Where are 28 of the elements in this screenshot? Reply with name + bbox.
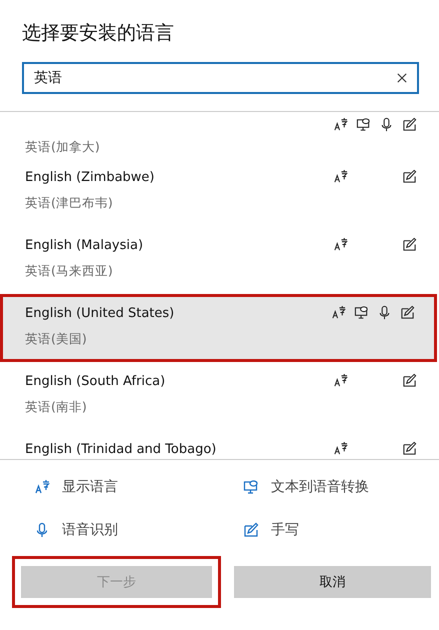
language-native-name: 英语(美国) bbox=[25, 331, 88, 348]
dialog-title: 选择要安装的语言 bbox=[21, 21, 175, 42]
legend-label: 语音识别 bbox=[62, 520, 118, 538]
language-item[interactable]: English (Zimbabwe) 英语(津巴布韦) bbox=[0, 158, 439, 226]
language-item[interactable]: English (Trinidad and Tobago) bbox=[0, 430, 439, 459]
language-native-name: 英语(南非) bbox=[25, 399, 88, 416]
font-icon bbox=[34, 478, 50, 494]
microphone-icon bbox=[34, 522, 50, 538]
language-item[interactable]: 英语(加拿大) bbox=[0, 112, 439, 158]
legend-label: 显示语言 bbox=[62, 478, 118, 496]
language-native-name: 英语(马来西亚) bbox=[25, 263, 114, 280]
legend-label: 文本到语音转换 bbox=[271, 478, 369, 496]
language-name: English (South Africa) bbox=[25, 374, 166, 388]
language-name: English (Zimbabwe) bbox=[25, 170, 156, 184]
language-native-name: 英语(加拿大) bbox=[25, 139, 101, 156]
language-item[interactable]: English (Malaysia) 英语(马来西亚) bbox=[0, 226, 439, 294]
close-icon[interactable] bbox=[397, 73, 407, 83]
legend-label: 手写 bbox=[271, 520, 299, 538]
language-item[interactable]: English (United States) 英语(美国) bbox=[0, 294, 437, 362]
language-name: English (Malaysia) bbox=[25, 238, 144, 252]
language-item[interactable]: English (South Africa) 英语(南非) bbox=[0, 362, 439, 430]
cancel-button[interactable]: 取消 bbox=[234, 566, 431, 598]
language-native-name: 英语(津巴布韦) bbox=[25, 195, 114, 212]
pen-icon bbox=[243, 522, 259, 538]
search-field[interactable]: 英语 bbox=[22, 62, 419, 94]
language-name: English (Trinidad and Tobago) bbox=[25, 442, 218, 456]
language-name: English (United States) bbox=[25, 306, 176, 320]
monitor-speech-icon bbox=[243, 478, 259, 494]
